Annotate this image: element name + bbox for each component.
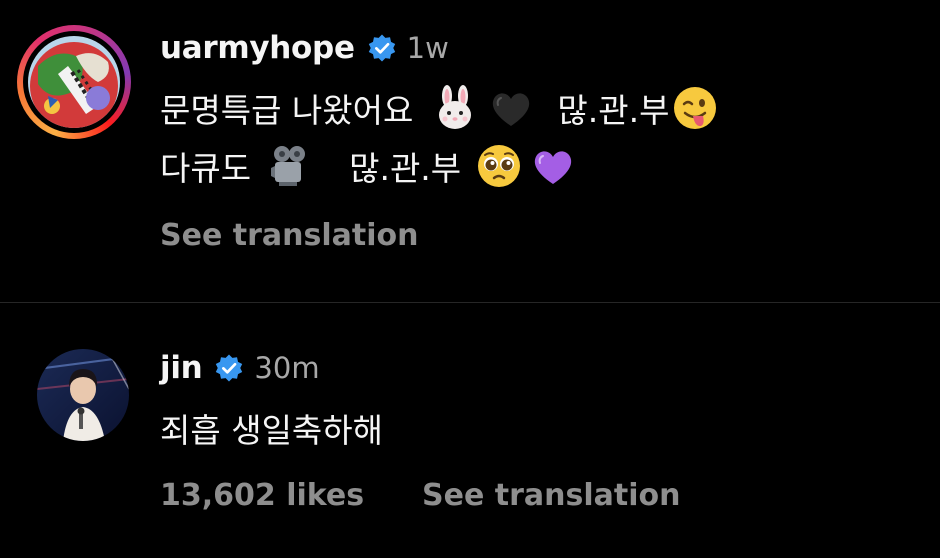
comment-jin [0, 303, 940, 558]
comment-text: 다큐도 [160, 149, 252, 188]
comment-time: 30m [254, 351, 320, 385]
rabbit-face-emoji [439, 85, 472, 129]
pleading-face-emoji [478, 145, 521, 187]
see-translation-link[interactable]: See translation [160, 218, 418, 253]
film-projector-emoji [271, 146, 306, 186]
username[interactable]: uarmyhope [160, 30, 355, 66]
winking-face-with-tongue-emoji [674, 87, 717, 129]
comment-text: 많.관.부 [557, 91, 670, 130]
avatar-image [37, 349, 129, 441]
comment-text: 문명특급 나왔어요 [160, 91, 414, 130]
comment-uarmyhope: uarmyhope 1w 문명특급 나왔어요 많.관.부 다큐도 많.관.부 S… [0, 0, 940, 302]
purple-heart-emoji [534, 151, 572, 184]
comment-time: 1w [406, 31, 449, 65]
avatar-jin[interactable] [37, 349, 129, 441]
comment-text: 죄흡 생일축하해 [160, 411, 384, 450]
verified-badge-icon [368, 34, 395, 62]
black-heart-emoji [493, 93, 530, 126]
comment-text-line-2: 다큐도 많.관.부 [160, 138, 577, 194]
see-translation-link[interactable]: See translation [422, 478, 680, 513]
avatar-image [28, 36, 120, 128]
comment-header: uarmyhope 1w [160, 30, 449, 66]
username[interactable]: jin [160, 350, 203, 386]
avatar-uarmyhope[interactable] [17, 25, 131, 139]
verified-badge-icon [216, 354, 243, 382]
comment-header: jin 30m [160, 350, 320, 386]
likes-count[interactable]: 13,602 likes [160, 478, 364, 513]
comment-text-line-1: 죄흡 생일축하해 [160, 400, 383, 456]
comment-text-line-1: 문명특급 나왔어요 많.관.부 [160, 80, 719, 136]
comment-text: 많.관.부 [349, 149, 462, 188]
